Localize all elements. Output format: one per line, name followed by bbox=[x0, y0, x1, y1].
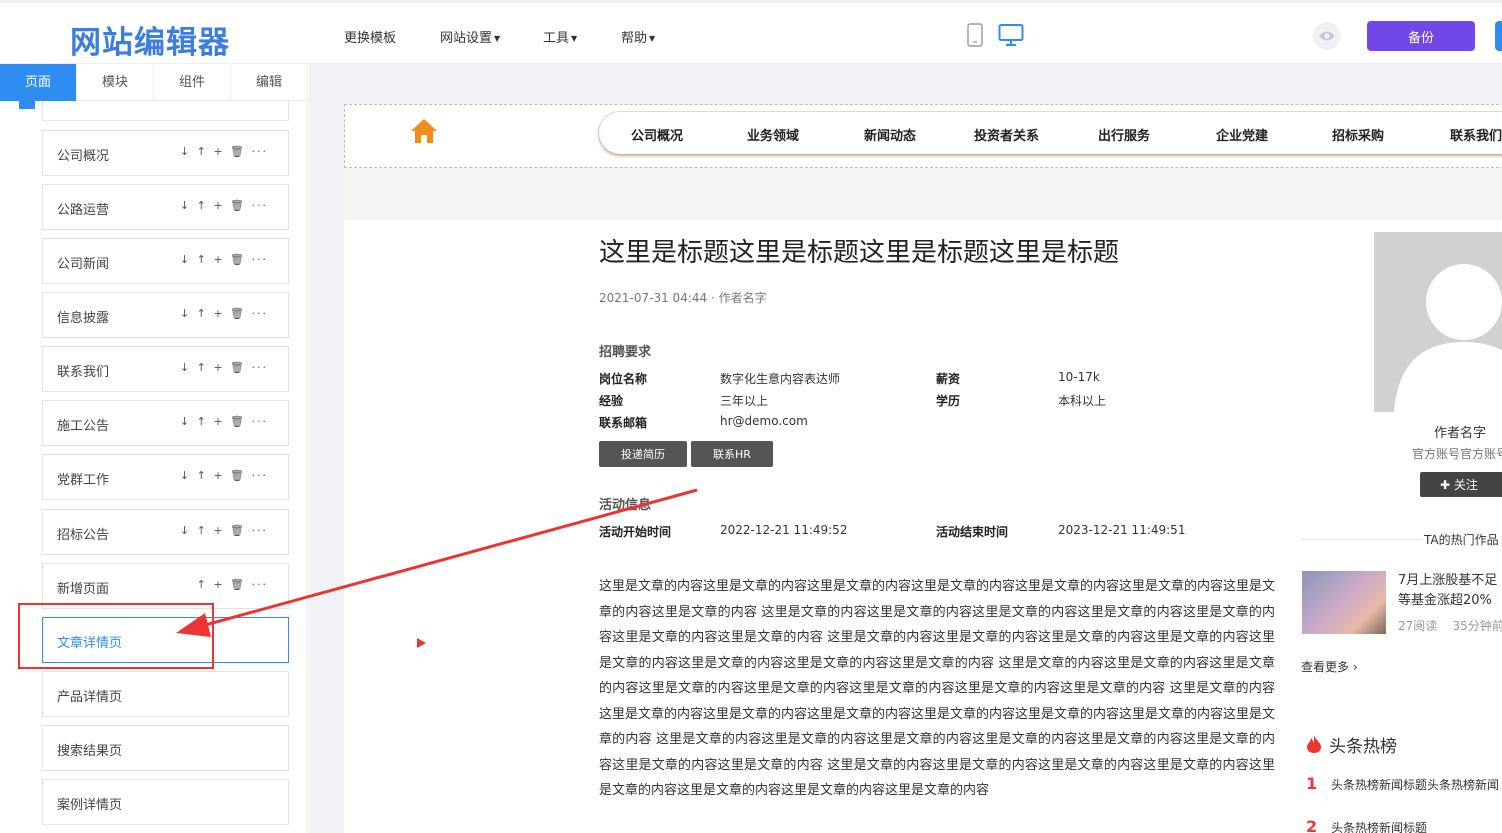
highlight-box bbox=[18, 603, 214, 669]
nav-item[interactable]: 联系我们 bbox=[1450, 125, 1502, 144]
work-title[interactable]: 7月上涨股基不足 等基金涨超20% bbox=[1398, 571, 1497, 611]
page-actions[interactable]: ↓ ↑ + 🗑 ··· bbox=[180, 145, 268, 158]
nav-item[interactable]: 公司概况 bbox=[631, 125, 683, 144]
nav-item[interactable]: 业务领域 bbox=[747, 125, 799, 144]
page-actions[interactable]: ↓ ↑ + 🗑 ··· bbox=[180, 469, 268, 482]
page-actions[interactable]: ↓ ↑ + 🗑 ··· bbox=[180, 524, 268, 537]
page-item[interactable]: 党群工作 ↓ ↑ + 🗑 ··· bbox=[42, 454, 289, 500]
site-nav: 公司概况 业务领域 新闻动态 投资者关系 出行服务 企业党建 招标采购 联系我们 bbox=[599, 112, 1502, 154]
page-item[interactable]: 产品详情页 bbox=[42, 671, 289, 717]
hot-rank: 1 bbox=[1306, 774, 1318, 793]
page-item[interactable]: 公司概况 ↓ ↑ + 🗑 ··· bbox=[42, 130, 289, 176]
menu-help[interactable]: 帮助 ▼ bbox=[621, 27, 655, 46]
page-item[interactable]: 信息披露 ↓ ↑ + 🗑 ··· bbox=[42, 292, 289, 338]
site-page: 公司概况 业务领域 新闻动态 投资者关系 出行服务 企业党建 招标采购 联系我们… bbox=[344, 104, 1502, 833]
page-item[interactable]: 搜索结果页 bbox=[42, 725, 289, 771]
caret-down-icon: ▼ bbox=[571, 34, 578, 43]
page-actions[interactable]: ↑ + 🗑 ··· bbox=[197, 578, 268, 591]
page-actions[interactable]: ↓ ↑ + 🗑 ··· bbox=[180, 361, 268, 374]
backup-button[interactable]: 备份 bbox=[1367, 21, 1475, 51]
start-value: 2022-12-21 11:49:52 bbox=[720, 523, 848, 537]
edu-key: 学历 bbox=[936, 394, 961, 408]
activity-section-title: 活动信息 bbox=[599, 498, 652, 513]
page-list: 公司概况 ↓ ↑ + 🗑 ··· 公路运营 ↓ ↑ + 🗑 ··· 公司新闻 ↓ ↑ … bbox=[0, 101, 308, 833]
work-meta: 27阅读 35分钟前 bbox=[1398, 619, 1502, 633]
job-key: 岗位名称 bbox=[599, 372, 648, 386]
edu-value: 本科以上 bbox=[1058, 394, 1107, 408]
page-item[interactable]: 招标公告 ↓ ↑ + 🗑 ··· bbox=[42, 509, 289, 555]
article-title: 这里是标题这里是标题这里是标题这里是标题 bbox=[599, 238, 1120, 268]
fire-icon bbox=[1305, 734, 1323, 758]
nav-item[interactable]: 投资者关系 bbox=[974, 125, 1039, 144]
salary-key: 薪资 bbox=[936, 372, 961, 386]
desktop-view-icon[interactable] bbox=[998, 23, 1024, 51]
caret-down-icon: ▼ bbox=[494, 34, 501, 43]
preview-canvas: 公司概况 业务领域 新闻动态 投资者关系 出行服务 企业党建 招标采购 联系我们… bbox=[309, 64, 1502, 833]
top-bar: 网站编辑器 更换模板 网站设置 ▼ 工具 ▼ 帮助 ▼ 备份 bbox=[0, 0, 1502, 64]
exp-value: 三年以上 bbox=[720, 394, 769, 408]
play-marker-icon bbox=[417, 638, 426, 648]
page-item[interactable]: 公路运营 ↓ ↑ + 🗑 ··· bbox=[42, 184, 289, 230]
divider bbox=[1301, 539, 1421, 540]
end-key: 活动结束时间 bbox=[936, 525, 1009, 539]
caret-down-icon: ▼ bbox=[649, 34, 656, 43]
end-value: 2023-12-21 11:49:51 bbox=[1058, 523, 1186, 537]
email-value: hr@demo.com bbox=[720, 414, 808, 428]
exp-key: 经验 bbox=[599, 394, 624, 408]
menu-change-template[interactable]: 更换模板 bbox=[344, 27, 396, 46]
article-body: 这里是文章的内容这里是文章的内容这里是文章的内容这里是文章的内容这里是文章的内容… bbox=[599, 579, 1276, 798]
nav-item[interactable]: 招标采购 bbox=[1332, 125, 1384, 144]
hot-list-title: 头条热榜 bbox=[1329, 737, 1397, 757]
gray-band bbox=[344, 168, 1502, 220]
follow-button[interactable]: ✚ 关注 bbox=[1420, 472, 1502, 497]
app-logo: 网站编辑器 bbox=[70, 25, 230, 61]
tab-pages[interactable]: 页面 bbox=[0, 64, 77, 101]
author-name: 作者名字 bbox=[1434, 426, 1487, 441]
publish-button-partial[interactable] bbox=[1495, 21, 1502, 51]
page-actions[interactable]: ↓ ↑ + 🗑 ··· bbox=[180, 307, 268, 320]
author-avatar bbox=[1374, 232, 1502, 412]
page-item[interactable]: 联系我们 ↓ ↑ + 🗑 ··· bbox=[42, 346, 289, 392]
sidebar-tabs: 页面 模块 组件 编辑 bbox=[0, 64, 308, 101]
nav-item[interactable]: 新闻动态 bbox=[864, 125, 916, 144]
nav-item[interactable]: 出行服务 bbox=[1098, 125, 1150, 144]
mobile-view-icon[interactable] bbox=[966, 23, 984, 51]
page-actions[interactable]: ↓ ↑ + 🗑 ··· bbox=[180, 199, 268, 212]
tab-edit[interactable]: 编辑 bbox=[231, 64, 308, 101]
hot-item[interactable]: 头条热榜新闻标题 bbox=[1331, 819, 1427, 833]
job-value: 数字化生意内容表达师 bbox=[720, 372, 841, 386]
page-actions[interactable]: ↓ ↑ + 🗑 ··· bbox=[180, 253, 268, 266]
page-item[interactable]: 案例详情页 bbox=[42, 779, 289, 825]
view-more-link[interactable]: 查看更多 › bbox=[1301, 658, 1358, 675]
nav-item[interactable]: 企业党建 bbox=[1216, 125, 1268, 144]
tab-modules[interactable]: 模块 bbox=[77, 64, 154, 101]
sidebar: 页面 模块 组件 编辑 公司概况 ↓ ↑ + 🗑 ··· 公路运营 ↓ ↑ + 🗑 … bbox=[0, 64, 308, 833]
home-icon[interactable] bbox=[409, 117, 439, 149]
site-header[interactable]: 公司概况 业务领域 新闻动态 投资者关系 出行服务 企业党建 招标采购 联系我们 bbox=[344, 104, 1502, 168]
page-item[interactable]: 公司新闻 ↓ ↑ + 🗑 ··· bbox=[42, 238, 289, 284]
tab-components[interactable]: 组件 bbox=[154, 64, 231, 101]
page-actions[interactable]: ↓ ↑ + 🗑 ··· bbox=[180, 415, 268, 428]
salary-value: 10-17k bbox=[1058, 370, 1100, 384]
menu-site-settings[interactable]: 网站设置 ▼ bbox=[440, 27, 500, 46]
hot-rank: 2 bbox=[1306, 817, 1318, 833]
page-item[interactable]: 施工公告 ↓ ↑ + 🗑 ··· bbox=[42, 400, 289, 446]
hot-works-label: TA的热门作品 bbox=[1424, 533, 1499, 547]
work-thumbnail[interactable] bbox=[1302, 571, 1386, 634]
home-icon bbox=[17, 94, 37, 113]
contact-hr-button[interactable]: 联系HR bbox=[691, 441, 773, 467]
email-key: 联系邮箱 bbox=[599, 416, 648, 430]
start-key: 活动开始时间 bbox=[599, 525, 672, 539]
hot-item[interactable]: 头条热榜新闻标题头条热榜新闻 bbox=[1331, 776, 1499, 793]
submit-resume-button[interactable]: 投递简历 bbox=[599, 441, 687, 467]
preview-eye-icon[interactable] bbox=[1313, 22, 1341, 50]
recruit-section-title: 招聘要求 bbox=[599, 345, 652, 360]
article-meta: 2021-07-31 04:44 · 作者名字 bbox=[599, 291, 767, 305]
menu-tools[interactable]: 工具 ▼ bbox=[543, 27, 577, 46]
author-desc: 官方账号官方账号 bbox=[1412, 447, 1502, 461]
page-item-home[interactable] bbox=[42, 101, 289, 121]
